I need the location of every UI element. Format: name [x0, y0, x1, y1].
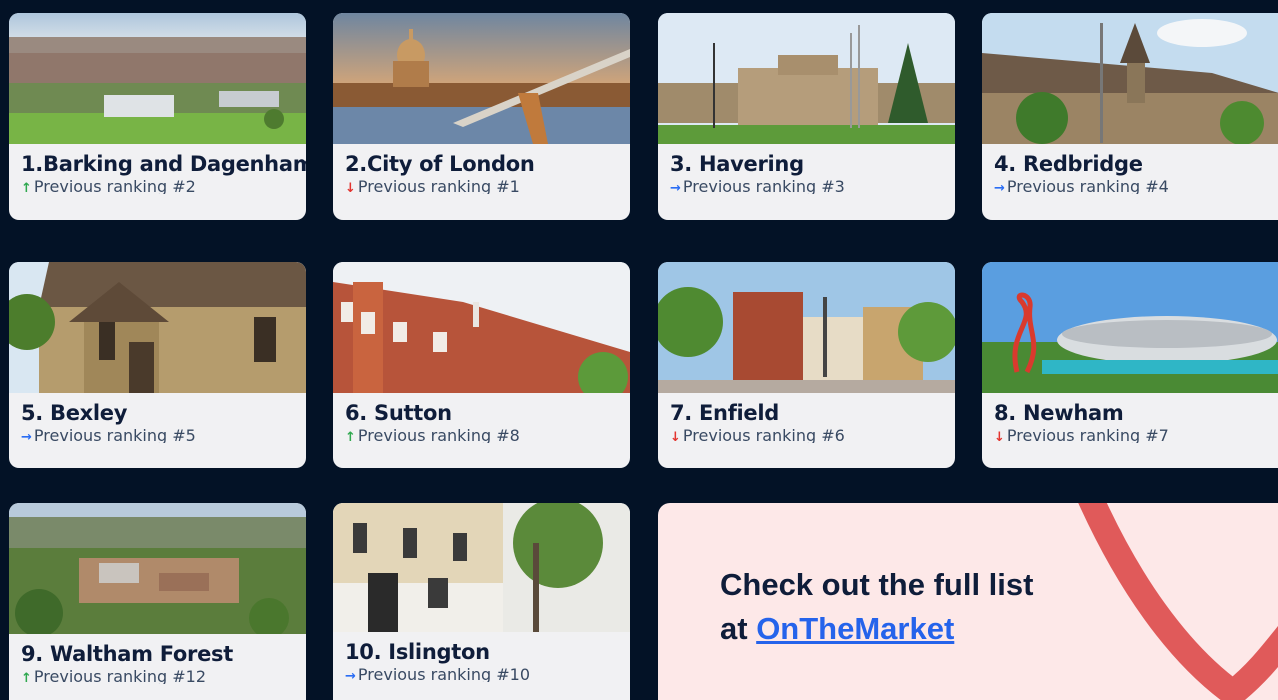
promo-text: Check out the full list at OnTheMarket — [720, 563, 1080, 651]
previous-ranking: → Previous ranking #5 — [9, 427, 306, 443]
town-hall-photo — [658, 13, 955, 144]
borough-title: 3. Havering — [670, 152, 804, 176]
previous-ranking-text: Previous ranking #2 — [33, 178, 196, 194]
borough-title: 7. Enfield — [670, 401, 780, 425]
previous-ranking: ↑ Previous ranking #12 — [9, 668, 306, 684]
arrow-up-icon: ↑ — [21, 671, 32, 684]
previous-ranking: → Previous ranking #10 — [333, 666, 630, 682]
promo-line2-prefix: at — [720, 611, 757, 646]
borough-title: 10. Islington — [345, 640, 490, 664]
previous-ranking-text: Previous ranking #12 — [33, 668, 206, 684]
ranking-card-redbridge[interactable]: 4. Redbridge → Previous ranking #4 — [982, 13, 1278, 220]
borough-title: 4. Redbridge — [994, 152, 1143, 176]
stone-church-photo — [982, 13, 1278, 144]
ranking-card-newham[interactable]: 8. Newham ↓ Previous ranking #7 — [982, 262, 1278, 468]
arrow-right-icon: → — [994, 181, 1005, 194]
onthemarket-link[interactable]: OnTheMarket — [756, 611, 954, 646]
ranking-card-havering[interactable]: 3. Havering → Previous ranking #3 — [658, 13, 955, 220]
borough-title: 9. Waltham Forest — [21, 642, 233, 666]
promo-line1: Check out the full list — [720, 567, 1034, 602]
previous-ranking: ↑ Previous ranking #8 — [333, 427, 630, 443]
georgian-terrace-photo — [333, 503, 630, 632]
arrow-down-icon: ↓ — [345, 181, 356, 194]
previous-ranking-text: Previous ranking #4 — [1006, 178, 1169, 194]
borough-title: 8. Newham — [994, 401, 1124, 425]
previous-ranking: ↑ Previous ranking #2 — [9, 178, 306, 194]
olympic-stadium-photo — [982, 262, 1278, 393]
previous-ranking-text: Previous ranking #8 — [357, 427, 520, 443]
arrow-right-icon: → — [21, 430, 32, 443]
previous-ranking: → Previous ranking #4 — [982, 178, 1278, 194]
promo-panel: Check out the full list at OnTheMarket — [658, 503, 1278, 700]
previous-ranking-text: Previous ranking #7 — [1006, 427, 1169, 443]
previous-ranking: ↓ Previous ranking #7 — [982, 427, 1278, 443]
old-church-photo — [9, 262, 306, 393]
ranking-card-waltham-forest[interactable]: 9. Waltham Forest ↑ Previous ranking #12 — [9, 503, 306, 700]
arrow-right-icon: → — [345, 669, 356, 682]
town-square-photo — [658, 262, 955, 393]
arrow-right-icon: → — [670, 181, 681, 194]
red-brick-buildings-photo — [333, 262, 630, 393]
previous-ranking-text: Previous ranking #1 — [357, 178, 520, 194]
previous-ranking: → Previous ranking #3 — [658, 178, 955, 194]
arrow-up-icon: ↑ — [21, 181, 32, 194]
st-pauls-bridge-photo — [333, 13, 630, 144]
ranking-card-islington[interactable]: 10. Islington → Previous ranking #10 — [333, 503, 630, 700]
borough-title: 5. Bexley — [21, 401, 128, 425]
arrow-down-icon: ↓ — [670, 430, 681, 443]
ranking-card-bexley[interactable]: 5. Bexley → Previous ranking #5 — [9, 262, 306, 468]
borough-title: 1.Barking and Dagenham — [21, 152, 306, 176]
ranking-card-city-of-london[interactable]: 2.City of London ↓ Previous ranking #1 — [333, 13, 630, 220]
ranking-card-barking-dagenham[interactable]: 1.Barking and Dagenham ↑ Previous ranking… — [9, 13, 306, 220]
heart-icon — [1078, 503, 1278, 700]
previous-ranking: ↓ Previous ranking #1 — [333, 178, 630, 194]
aerial-suburb-photo — [9, 13, 306, 144]
rankings-page: 1.Barking and Dagenham ↑ Previous ranking… — [0, 0, 1278, 700]
previous-ranking-text: Previous ranking #5 — [33, 427, 196, 443]
previous-ranking: ↓ Previous ranking #6 — [658, 427, 955, 443]
previous-ranking-text: Previous ranking #6 — [682, 427, 845, 443]
aerial-town-photo — [9, 503, 306, 634]
previous-ranking-text: Previous ranking #10 — [357, 666, 530, 682]
ranking-card-sutton[interactable]: 6. Sutton ↑ Previous ranking #8 — [333, 262, 630, 468]
previous-ranking-text: Previous ranking #3 — [682, 178, 845, 194]
ranking-card-enfield[interactable]: 7. Enfield ↓ Previous ranking #6 — [658, 262, 955, 468]
arrow-down-icon: ↓ — [994, 430, 1005, 443]
borough-title: 2.City of London — [345, 152, 535, 176]
borough-title: 6. Sutton — [345, 401, 452, 425]
arrow-up-icon: ↑ — [345, 430, 356, 443]
